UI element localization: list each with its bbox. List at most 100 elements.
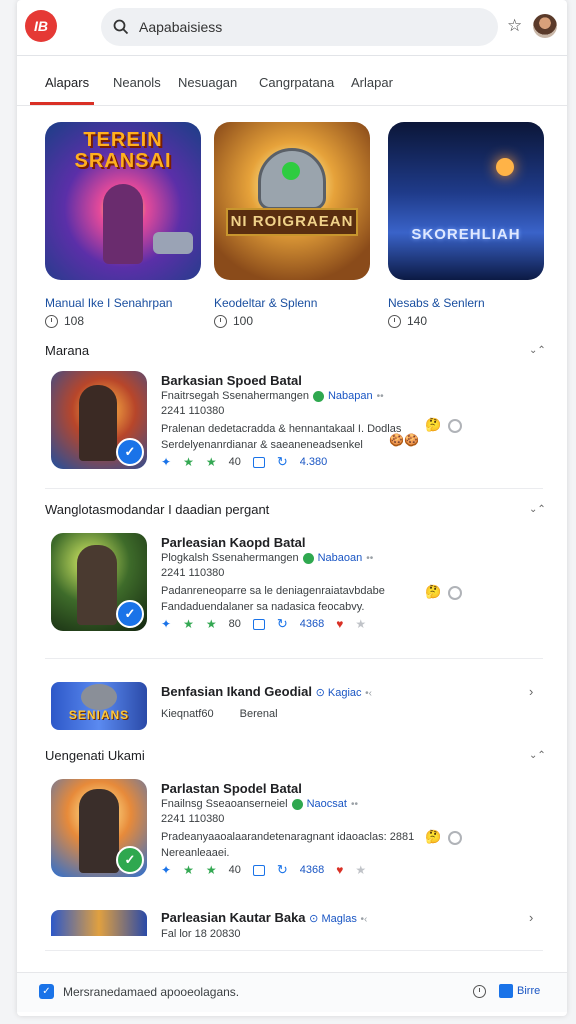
- bolt-icon[interactable]: ✦: [161, 863, 171, 877]
- hero-figure: [77, 545, 117, 625]
- banner-thumbnail[interactable]: SENIANS: [51, 682, 147, 730]
- game-icon[interactable]: ✓: [51, 371, 147, 469]
- star-icon: ★: [205, 863, 217, 877]
- thinking-emoji-icon: 🤔: [425, 829, 442, 844]
- chevron-down-icon[interactable]: ⌄⌃: [529, 504, 546, 515]
- featured-card[interactable]: TEREIN SRANSAI Manual Ike I Senahrpan 10…: [45, 122, 201, 328]
- item-actions: ✦ ★ ★ 40 ↻ 4.380: [161, 454, 339, 470]
- share-icon[interactable]: ↻: [277, 454, 288, 470]
- item-subtitle: Plogkalsh Ssenahermangen Nabaoan ••: [161, 552, 374, 564]
- featured-meta: 140: [388, 314, 427, 328]
- rating-value: 40: [228, 864, 241, 876]
- game-icon[interactable]: ✓: [51, 533, 147, 631]
- info-icon[interactable]: [448, 586, 462, 600]
- item-date: 2241 110380: [161, 405, 225, 417]
- item-subtitle: Fal lor 18 20830: [161, 928, 241, 940]
- rating-value: 80: [228, 618, 241, 630]
- thinking-emoji-icon: 🤔: [425, 417, 442, 432]
- star-outline-icon[interactable]: ★: [355, 863, 366, 877]
- item-title[interactable]: Barkasian Spoed Batal: [161, 373, 302, 388]
- featured-thumbnail[interactable]: TEREIN SRANSAI: [45, 122, 201, 280]
- bookmark-icon[interactable]: [252, 864, 265, 876]
- bolt-icon[interactable]: ✦: [161, 617, 171, 631]
- tag-dot-icon: [302, 552, 314, 564]
- dots-icon: •‹: [360, 914, 368, 925]
- featured-thumbnail[interactable]: NI ROIGRAEAN: [214, 122, 370, 280]
- download-count: 4.380: [299, 456, 328, 468]
- featured-art-text: NI ROIGRAEAN: [226, 208, 358, 236]
- item-tag[interactable]: Naocsat: [307, 798, 347, 810]
- open-button[interactable]: Birre: [499, 984, 540, 998]
- featured-title[interactable]: Nesabs & Senlern: [388, 296, 485, 310]
- checkbox-icon[interactable]: ✓: [39, 984, 54, 999]
- tab-cangrpatana[interactable]: Cangrpatana: [259, 75, 334, 90]
- dots-icon: ••: [376, 390, 384, 402]
- clock-icon: [45, 314, 58, 328]
- featured-card[interactable]: NI ROIGRAEAN Keodeltar & Splenn 100: [214, 122, 370, 328]
- chevron-right-icon[interactable]: ›: [529, 910, 533, 925]
- item-title[interactable]: Parleasian Kautar Baka ⊙ Maglas •‹: [161, 910, 367, 925]
- heart-icon[interactable]: ♥: [336, 863, 343, 877]
- item-description: Pradeanyaaoalaarandetenaragnant idaoacla…: [161, 831, 415, 859]
- star-icon: ★: [183, 455, 194, 469]
- tab-alapars[interactable]: Alapars: [45, 75, 89, 90]
- bottom-bar: ✓ Mersranedamaed apooeolagans. Birre: [17, 972, 567, 1012]
- item-actions: ✦ ★ ★ 80 ↻ 4368 ♥ ★: [161, 616, 378, 632]
- tab-arlapar[interactable]: Arlapar: [351, 75, 393, 90]
- clock-icon[interactable]: [473, 985, 486, 998]
- share-icon[interactable]: ↻: [277, 862, 288, 878]
- item-tag[interactable]: Nabapan: [328, 390, 373, 402]
- featured-thumbnail[interactable]: SKOREHLIAH: [388, 122, 544, 280]
- download-count: 4368: [299, 618, 325, 630]
- rating-value: 40: [228, 456, 241, 468]
- featured-title[interactable]: Manual Ike I Senahrpan: [45, 296, 172, 310]
- verified-badge-icon: ✓: [116, 600, 144, 628]
- bolt-icon[interactable]: ✦: [161, 455, 171, 469]
- game-icon[interactable]: ✓: [51, 779, 147, 877]
- chevron-down-icon[interactable]: ⌄⌃: [529, 750, 546, 761]
- share-icon[interactable]: ↻: [277, 616, 288, 632]
- item-tag[interactable]: ⊙ Maglas: [309, 913, 357, 925]
- divider: [45, 950, 543, 951]
- featured-title[interactable]: Keodeltar & Splenn: [214, 296, 317, 310]
- item-title[interactable]: Benfasian Ikand Geodial ⊙ Kagiac •‹: [161, 684, 372, 699]
- chevron-down-icon[interactable]: ⌄⌃: [529, 345, 546, 356]
- app-logo[interactable]: IB: [25, 10, 57, 42]
- robot-head: [81, 684, 117, 710]
- star-icon: ★: [183, 617, 194, 631]
- bookmark-icon[interactable]: [252, 456, 265, 468]
- item-actions: ✦ ★ ★ 40 ↻ 4368 ♥ ★: [161, 862, 378, 878]
- verified-badge-icon: ✓: [116, 846, 144, 874]
- tag-dot-icon: [312, 390, 324, 402]
- app-frame: IB ☆ Alapars Neanols Nesuagan Cangrpatan…: [17, 0, 567, 1016]
- star-outline-icon[interactable]: ★: [355, 617, 366, 631]
- featured-art-text: TEREIN SRANSAI: [74, 129, 172, 172]
- item-tag[interactable]: ⊙ Kagiac: [316, 687, 362, 699]
- search-bar[interactable]: [101, 8, 498, 46]
- hero-figure: [79, 385, 117, 461]
- item-subtitle: Fnaitrsegah Ssenahermangen Nabapan ••: [161, 390, 384, 402]
- weapon-shape: [153, 232, 193, 254]
- info-icon[interactable]: [448, 419, 462, 433]
- info-icon[interactable]: [448, 831, 462, 845]
- item-title[interactable]: Parlastan Spodel Batal: [161, 781, 302, 796]
- heart-icon[interactable]: ♥: [336, 617, 343, 631]
- banner-thumbnail[interactable]: [51, 910, 147, 936]
- hero-figure: [79, 789, 119, 873]
- divider: [45, 488, 543, 489]
- divider: [45, 658, 543, 659]
- tab-neanols[interactable]: Neanols: [113, 75, 161, 90]
- avatar[interactable]: [533, 14, 557, 38]
- dots-icon: ••: [350, 798, 358, 810]
- chevron-right-icon[interactable]: ›: [529, 684, 533, 699]
- featured-card[interactable]: SKOREHLIAH Nesabs & Senlern 140: [388, 122, 544, 328]
- star-icon[interactable]: ☆: [507, 17, 525, 35]
- search-input[interactable]: [139, 19, 469, 35]
- bookmark-icon[interactable]: [252, 618, 265, 630]
- item-subtitle: Fnailnsg Sseaoanserneiel Naocsat ••: [161, 798, 358, 810]
- dots-icon: •‹: [365, 688, 373, 699]
- item-title[interactable]: Parleasian Kaopd Batal: [161, 535, 306, 550]
- item-tag[interactable]: Nabaoan: [318, 552, 363, 564]
- clock-icon: [214, 314, 227, 328]
- tab-nesuagan[interactable]: Nesuagan: [178, 75, 237, 90]
